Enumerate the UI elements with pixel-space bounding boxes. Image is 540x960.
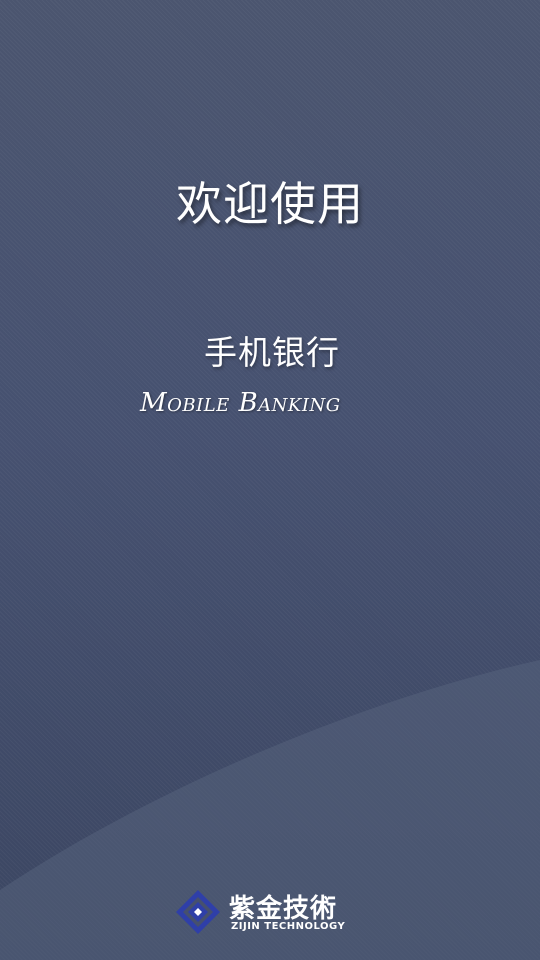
- app-name-cn: 手机银行: [204, 333, 340, 372]
- zijin-diamond-logo-icon: [176, 890, 220, 934]
- welcome-title: 欢迎使用: [176, 177, 364, 231]
- brand-name-en: ZIJIN TECHNOLOGY: [231, 921, 346, 932]
- brand-logo: 紫金技術 ZIJIN TECHNOLOGY: [174, 888, 374, 938]
- app-name-en: Mobile Banking: [140, 388, 341, 418]
- brand-name-cn: 紫金技術: [229, 894, 338, 924]
